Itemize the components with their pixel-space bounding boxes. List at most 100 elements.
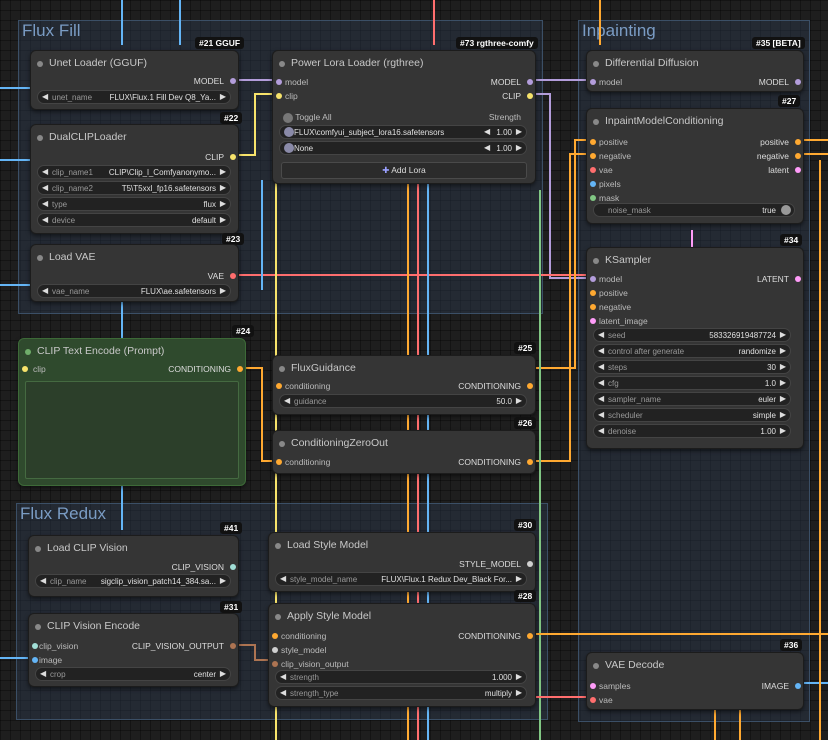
arrow-left-icon[interactable]: ◀ (598, 330, 604, 339)
widget-device[interactable]: ◀ device default ▶ (37, 213, 231, 227)
node-ksampler[interactable]: KSampler LATENT model positive negative … (586, 247, 804, 449)
pin-clip-vision-in[interactable] (32, 643, 38, 649)
arrow-left-icon[interactable]: ◀ (598, 394, 604, 403)
arrow-right-icon[interactable]: ▶ (780, 410, 786, 419)
collapse-dot[interactable] (37, 255, 43, 261)
arrow-left-icon[interactable]: ◀ (40, 669, 46, 678)
output-vae[interactable]: VAE (208, 271, 224, 281)
pin-conditioning-in[interactable] (272, 633, 278, 639)
collapse-dot[interactable] (25, 349, 31, 355)
pin-clip-in[interactable] (22, 366, 28, 372)
pin-conditioning-in[interactable] (276, 383, 282, 389)
output-clip[interactable]: CLIP (502, 91, 521, 101)
lora-row-2[interactable]: None 1.00 ◀ ▶ (279, 141, 527, 155)
pin-latent-out[interactable] (795, 167, 801, 173)
lora-strength[interactable]: 1.00 (496, 128, 512, 137)
pin-model-in[interactable] (276, 79, 282, 85)
add-lora-button[interactable]: ✚ Add Lora (281, 162, 527, 179)
widget-clip-name2[interactable]: ◀ clip_name2 T5\T5xxl_fp16.safetensors ▶ (37, 181, 231, 195)
pin-positive-out[interactable] (795, 139, 801, 145)
arrow-right-icon[interactable]: ▶ (220, 183, 226, 192)
arrow-left-icon[interactable]: ◀ (484, 127, 490, 136)
output-conditioning[interactable]: CONDITIONING (168, 364, 231, 374)
arrow-right-icon[interactable]: ▶ (220, 92, 226, 101)
arrow-right-icon[interactable]: ▶ (780, 330, 786, 339)
output-negative[interactable]: negative (757, 151, 789, 161)
widget-style-model-name[interactable]: ◀ style_model_name FLUX\Flux.1 Redux Dev… (275, 572, 527, 586)
arrow-right-icon[interactable]: ▶ (780, 426, 786, 435)
node-conditioning-zero-out[interactable]: ConditioningZeroOut conditioning CONDITI… (272, 430, 536, 474)
pin-samples-in[interactable] (590, 683, 596, 689)
widget-type[interactable]: ◀ type flux ▶ (37, 197, 231, 211)
pin-mask-in[interactable] (590, 195, 596, 201)
pin-style-model-out[interactable] (527, 561, 533, 567)
widget-strength-type[interactable]: ◀ strength_type multiply ▶ (275, 686, 527, 700)
pin-conditioning-out[interactable] (527, 633, 533, 639)
output-conditioning[interactable]: CONDITIONING (458, 381, 521, 391)
widget-scheduler[interactable]: ◀ scheduler simple ▶ (593, 408, 791, 422)
collapse-dot[interactable] (593, 61, 599, 67)
arrow-left-icon[interactable]: ◀ (598, 426, 604, 435)
pin-model-out[interactable] (795, 79, 801, 85)
lora-toggle-icon[interactable] (284, 127, 294, 137)
output-style-model[interactable]: STYLE_MODEL (459, 559, 521, 569)
arrow-right-icon[interactable]: ▶ (220, 167, 226, 176)
lora-row-1[interactable]: FLUX\comfyui_subject_lora16.safetensors … (279, 125, 527, 139)
widget-denoise[interactable]: ◀ denoise 1.00 ▶ (593, 424, 791, 438)
arrow-left-icon[interactable]: ◀ (42, 167, 48, 176)
pin-vae-in[interactable] (590, 167, 596, 173)
arrow-right-icon[interactable]: ▶ (780, 346, 786, 355)
arrow-right-icon[interactable]: ▶ (780, 378, 786, 387)
arrow-left-icon[interactable]: ◀ (42, 286, 48, 295)
widget-clip-name[interactable]: ◀ clip_name sigclip_vision_patch14_384.s… (35, 574, 231, 588)
node-dual-clip-loader[interactable]: DualCLIPLoader CLIP ◀ clip_name1 CLIP\Cl… (30, 124, 239, 234)
arrow-right-icon[interactable]: ▶ (516, 127, 522, 136)
arrow-right-icon[interactable]: ▶ (780, 362, 786, 371)
output-conditioning[interactable]: CONDITIONING (458, 457, 521, 467)
output-image[interactable]: IMAGE (762, 681, 789, 691)
pin-negative-out[interactable] (795, 153, 801, 159)
arrow-left-icon[interactable]: ◀ (598, 410, 604, 419)
node-power-lora-loader[interactable]: Power Lora Loader (rgthree) model clip M… (272, 50, 536, 184)
pin-positive-in[interactable] (590, 139, 596, 145)
pin-model[interactable] (230, 78, 236, 84)
arrow-left-icon[interactable]: ◀ (40, 576, 46, 585)
pin-image-out[interactable] (795, 683, 801, 689)
collapse-dot[interactable] (279, 441, 285, 447)
node-apply-style-model[interactable]: Apply Style Model conditioning style_mod… (268, 603, 536, 707)
arrow-left-icon[interactable]: ◀ (42, 183, 48, 192)
node-differential-diffusion[interactable]: Differential Diffusion model MODEL (586, 50, 804, 92)
widget-cfg[interactable]: ◀ cfg 1.0 ▶ (593, 376, 791, 390)
arrow-right-icon[interactable]: ▶ (220, 286, 226, 295)
arrow-right-icon[interactable]: ▶ (516, 688, 522, 697)
collapse-dot[interactable] (35, 546, 41, 552)
arrow-right-icon[interactable]: ▶ (516, 396, 522, 405)
pin-positive-in[interactable] (590, 290, 596, 296)
arrow-right-icon[interactable]: ▶ (220, 669, 226, 678)
pin-model-in[interactable] (590, 79, 596, 85)
arrow-left-icon[interactable]: ◀ (484, 143, 490, 152)
arrow-left-icon[interactable]: ◀ (598, 378, 604, 387)
output-clip-vision[interactable]: CLIP_VISION (172, 562, 224, 572)
collapse-dot[interactable] (275, 543, 281, 549)
collapse-dot[interactable] (593, 663, 599, 669)
widget-clip-name1[interactable]: ◀ clip_name1 CLIP\Clip_l_Comfyanonymo...… (37, 165, 231, 179)
output-positive[interactable]: positive (760, 137, 789, 147)
pin-clip-out[interactable] (527, 93, 533, 99)
pin-negative-in[interactable] (590, 304, 596, 310)
collapse-dot[interactable] (593, 119, 599, 125)
arrow-left-icon[interactable]: ◀ (280, 688, 286, 697)
output-latent[interactable]: LATENT (757, 274, 789, 284)
pin-conditioning-out[interactable] (527, 383, 533, 389)
pin-negative-in[interactable] (590, 153, 596, 159)
pin-conditioning-out[interactable] (237, 366, 243, 372)
arrow-right-icon[interactable]: ▶ (516, 574, 522, 583)
collapse-dot[interactable] (275, 614, 281, 620)
pin-vae-in[interactable] (590, 697, 596, 703)
pin-model-in[interactable] (590, 276, 596, 282)
arrow-left-icon[interactable]: ◀ (42, 92, 48, 101)
prompt-textarea[interactable] (25, 381, 239, 479)
node-unet-loader[interactable]: Unet Loader (GGUF) MODEL ◀ unet_name FLU… (30, 50, 239, 110)
pin-latent-in[interactable] (590, 318, 596, 324)
pin-conditioning-in[interactable] (276, 459, 282, 465)
